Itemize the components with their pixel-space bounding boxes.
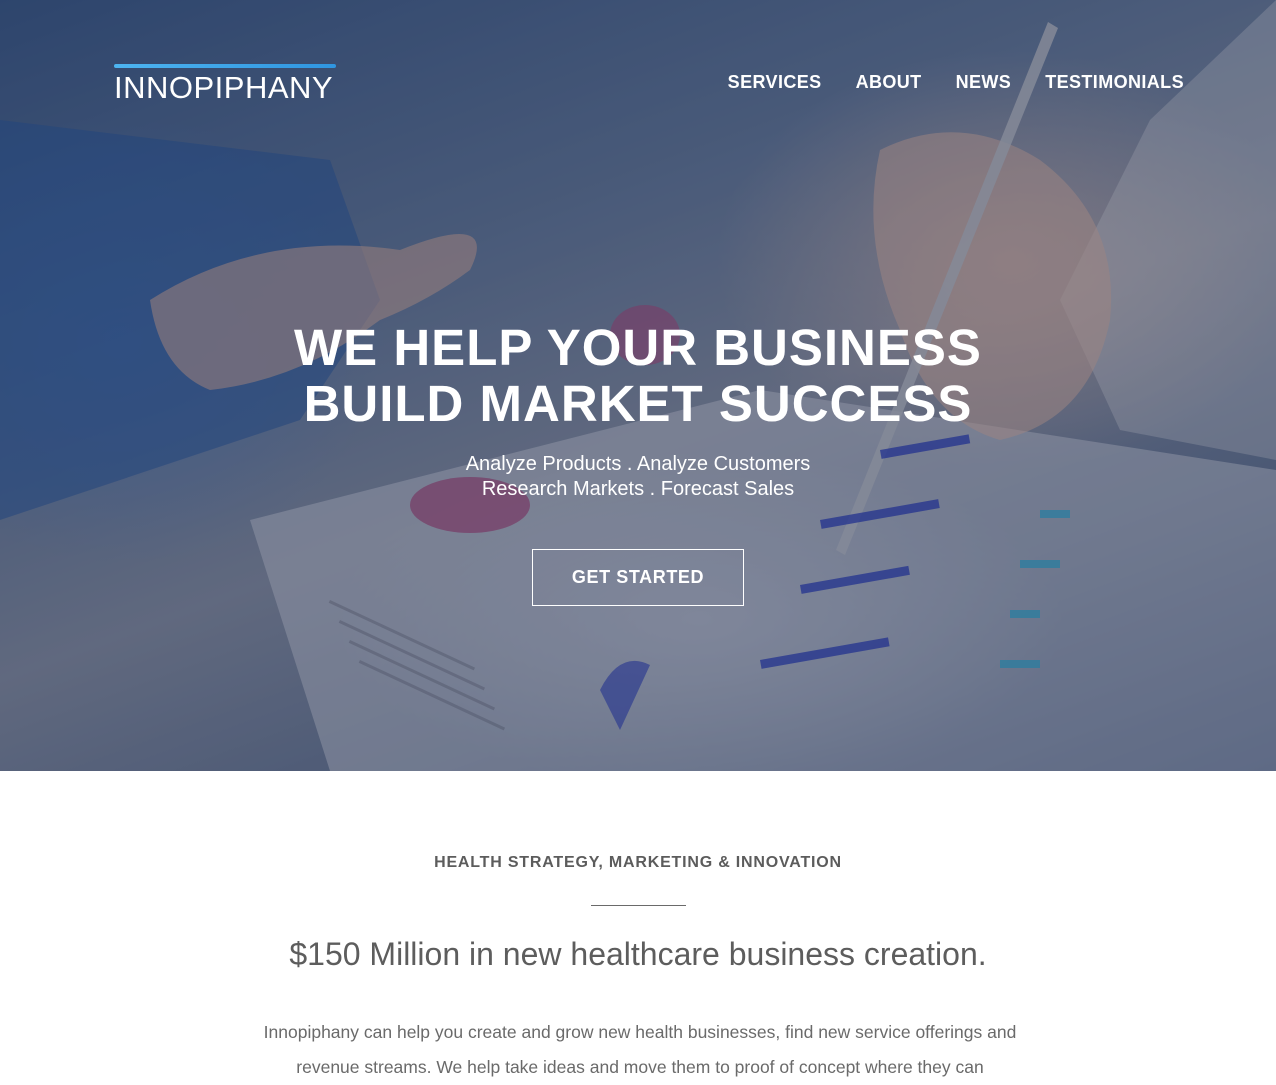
nav-link-services[interactable]: SERVICES bbox=[728, 72, 822, 93]
hero-section: INNOPIPHANY SERVICES ABOUT NEWS TESTIMON… bbox=[0, 0, 1276, 771]
logo-accent-bar bbox=[114, 64, 336, 68]
hero-title: WE HELP YOUR BUSINESS BUILD MARKET SUCCE… bbox=[0, 320, 1276, 432]
section-body: Innopiphany can help you create and grow… bbox=[263, 1022, 1017, 1077]
hero-title-line-2: BUILD MARKET SUCCESS bbox=[303, 375, 973, 432]
logo-text: INNOPIPHANY bbox=[114, 70, 334, 105]
section-kicker: HEALTH STRATEGY, MARKETING & INNOVATION bbox=[434, 854, 842, 871]
hero-subtitle-line-1: Analyze Products . Analyze Customers bbox=[465, 453, 811, 475]
get-started-button[interactable]: GET STARTED bbox=[532, 549, 744, 606]
section-headline: $150 Million in new healthcare business … bbox=[289, 936, 987, 972]
main-nav: SERVICES ABOUT NEWS TESTIMONIALS bbox=[728, 70, 1184, 94]
nav-link-news[interactable]: NEWS bbox=[956, 72, 1012, 93]
nav-link-testimonials[interactable]: TESTIMONIALS bbox=[1045, 72, 1184, 93]
hero-subtitle-line-2: Research Markets . Forecast Sales bbox=[481, 478, 795, 500]
hero-subtitle: Analyze Products . Analyze Customers Res… bbox=[0, 452, 1276, 502]
hero-title-line-1: WE HELP YOUR BUSINESS bbox=[294, 319, 982, 376]
nav-link-about[interactable]: ABOUT bbox=[856, 72, 922, 93]
section-divider bbox=[591, 905, 686, 906]
